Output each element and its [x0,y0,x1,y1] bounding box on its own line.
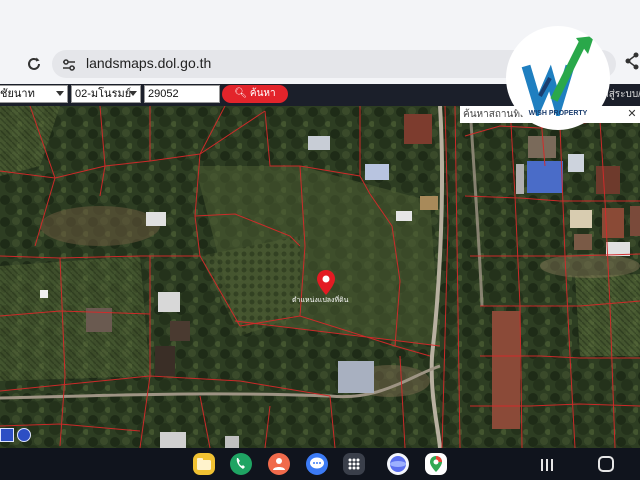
location-pin-icon[interactable] [316,270,336,296]
province-select-value: ชัยนาท [0,88,35,100]
parcel-location-label: ตำแหน่งแปลงที่ดิน [292,296,349,304]
maps-icon[interactable] [425,453,447,475]
home-button-icon[interactable] [598,456,614,472]
chevron-down-icon [56,91,64,96]
search-button-label: ค้นหา [249,88,276,99]
draw-circle-icon[interactable] [17,428,31,442]
url-text: landsmaps.dol.go.th [86,55,212,71]
map-tools [0,426,40,446]
parcel-number-input[interactable]: 29052 [144,85,220,103]
close-icon[interactable]: ✕ [626,106,638,122]
share-icon[interactable] [624,52,640,70]
site-settings-icon[interactable] [62,57,76,71]
district-select[interactable]: 02-มโนรมย์ [71,85,141,103]
draw-rectangle-icon[interactable] [0,428,14,442]
chevron-down-icon [129,91,137,96]
wish-property-logo: WISH PROPERTY [506,26,610,130]
reload-icon[interactable] [24,54,44,74]
app-drawer-icon[interactable] [343,453,365,475]
back-arrow-icon[interactable]: › [0,56,10,72]
messages-icon[interactable] [306,453,328,475]
province-select[interactable]: ชัยนาท [0,85,68,103]
recent-apps-icon[interactable] [540,457,554,471]
parcel-number-value: 29052 [148,88,179,100]
phone-icon[interactable] [230,453,252,475]
search-icon: 🔍︎ [234,88,248,99]
satellite-map[interactable]: ตำแหน่งแปลงที่ดิน [0,106,640,448]
contacts-icon[interactable] [268,453,290,475]
folder-icon[interactable] [193,453,215,475]
district-select-value: 02-มโนรมย์ [75,88,132,100]
search-button[interactable]: 🔍︎ ค้นหา [222,85,288,103]
logo-caption: WISH PROPERTY [528,110,588,117]
browser-icon[interactable] [387,453,409,475]
taskbar [0,448,640,480]
